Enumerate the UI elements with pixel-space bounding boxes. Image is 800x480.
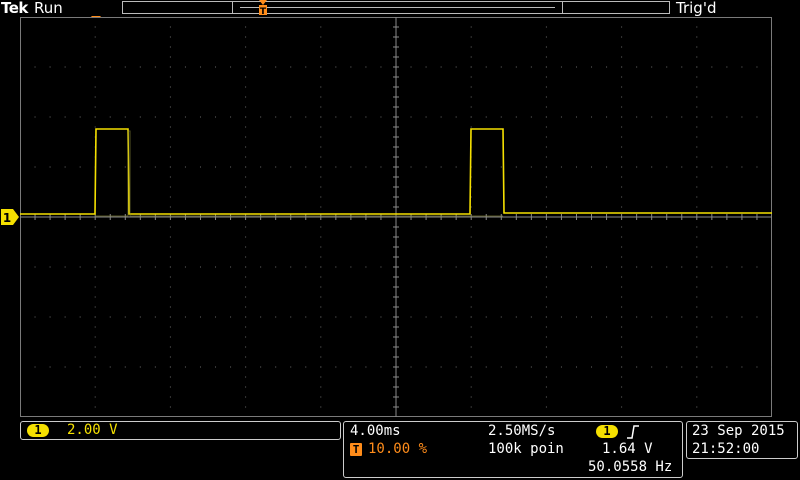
rising-edge-icon: [627, 425, 639, 439]
channel1-badge: 1: [27, 424, 49, 437]
record-length: 100k poin: [488, 441, 564, 457]
time-per-division: 4.00ms: [350, 423, 401, 439]
channel1-readout[interactable]: 1 2.00 V: [20, 421, 341, 440]
channel1-marker[interactable]: 1: [0, 208, 20, 226]
acquisition-state[interactable]: Run: [34, 0, 63, 17]
horizontal-trigger-readout[interactable]: 4.00ms 2.50MS/s T 10.00 % 100k poin 1 1.…: [343, 421, 683, 478]
trigger-source-badge: 1: [596, 425, 618, 438]
channel1-marker-label: 1: [3, 211, 11, 225]
status-bar: Tek Run T Trig'd: [0, 0, 800, 17]
sample-rate: 2.50MS/s: [488, 423, 556, 439]
trigger-state: Trig'd: [676, 0, 717, 17]
trigger-position-badge: T: [350, 443, 362, 456]
waveform-display[interactable]: [20, 17, 772, 417]
svg-text:T: T: [260, 7, 267, 16]
channel1-scale: 2.00 V: [67, 422, 118, 438]
trigger-level: 1.64 V: [602, 441, 653, 457]
record-trigger-icon: T: [259, 0, 267, 16]
frequency-readout: 50.0558 Hz: [588, 459, 673, 475]
date: 23 Sep 2015: [692, 423, 785, 439]
record-view-line: [240, 7, 555, 8]
datetime-readout[interactable]: 23 Sep 2015 21:52:00: [686, 421, 798, 459]
trigger-position: 10.00 %: [368, 441, 428, 457]
brand-logo: Tek: [1, 0, 28, 17]
time: 21:52:00: [692, 441, 760, 457]
